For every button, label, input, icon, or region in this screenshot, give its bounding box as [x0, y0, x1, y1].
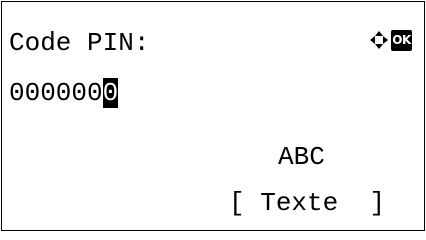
- ok-icon: OK: [391, 29, 412, 51]
- page-title: Code PIN:: [9, 28, 150, 58]
- pin-input-field[interactable]: 0000000: [9, 78, 119, 108]
- softkey-text-button[interactable]: [ Texte ]: [229, 188, 385, 218]
- navigation-hint: OK: [369, 29, 412, 51]
- softkey-open-bracket: [: [229, 188, 245, 218]
- input-mode-indicator: ABC: [278, 142, 325, 172]
- lcd-screen: Code PIN: OK 0000000 ABC [ Texte ]: [1, 1, 425, 231]
- softkey-close-bracket: ]: [369, 188, 386, 218]
- pin-digits: 000000: [9, 78, 103, 108]
- dpad-arrows-icon: [369, 30, 389, 50]
- text-cursor: 0: [102, 78, 119, 108]
- softkey-label: Texte: [260, 188, 339, 218]
